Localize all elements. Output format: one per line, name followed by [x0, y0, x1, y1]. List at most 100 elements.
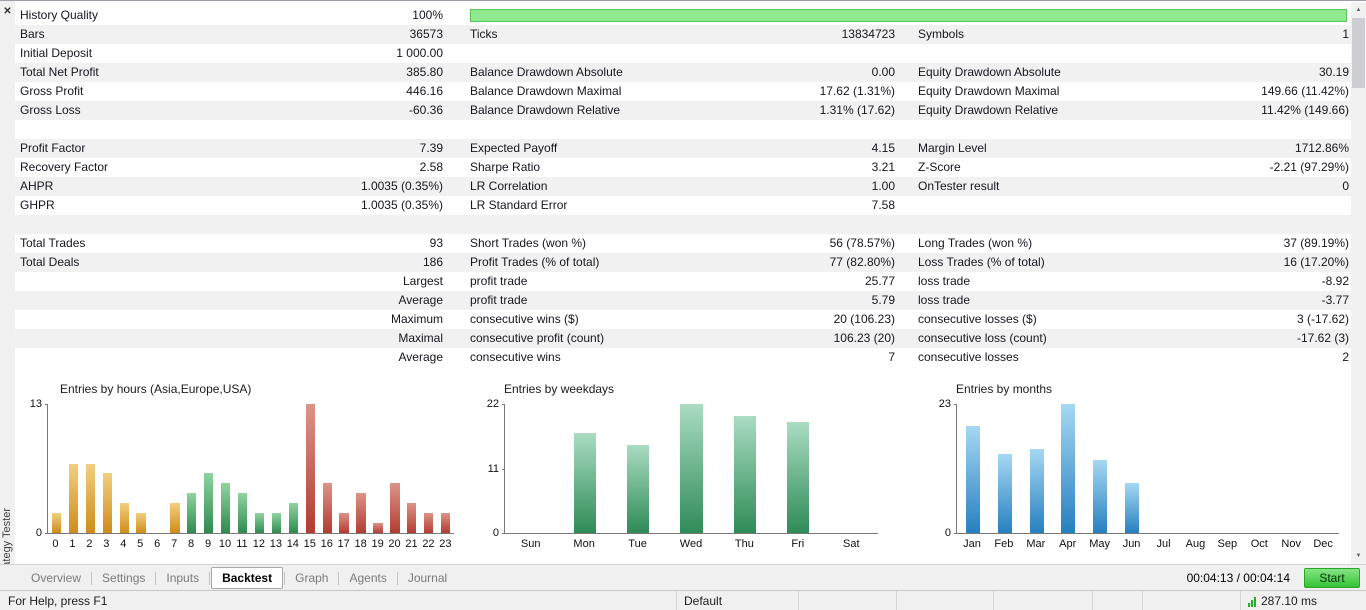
bar — [373, 523, 383, 533]
stats-row[interactable] — [15, 120, 1351, 139]
stats-table: History Quality 100% Bars 36573 Ticks 1383472… — [15, 6, 1351, 367]
bar-slot — [353, 404, 370, 533]
bar-slot — [302, 404, 319, 533]
stats-row[interactable]: Largest profit trade 25.77 loss trade -8.92 — [15, 272, 1351, 291]
bar — [680, 404, 703, 533]
stat-label: Margin Level — [918, 141, 987, 155]
stats-row[interactable]: Average profit trade 5.79 loss trade -3.77 — [15, 291, 1351, 310]
stat-value: 385.80 — [406, 65, 443, 79]
scroll-up-icon[interactable]: ▲ — [1351, 3, 1366, 17]
stats-row[interactable]: GHPR 1.0035 (0.35%) LR Standard Error 7.58 — [15, 196, 1351, 215]
y-axis-tick-label: 22 — [486, 398, 499, 410]
x-axis-label: 11 — [236, 538, 248, 550]
x-axis-label: 17 — [337, 538, 350, 550]
stat-value: 11.42% (149.66) — [1261, 103, 1349, 117]
bar-slot — [1116, 404, 1148, 533]
latency-cell: 287.10 ms — [1240, 591, 1366, 610]
stat-label: Ticks — [470, 27, 498, 41]
stats-row[interactable]: Total Trades 93 Short Trades (won %) 56 (78… — [15, 234, 1351, 253]
stats-row[interactable]: Total Net Profit 385.80 Balance Drawdown A… — [15, 63, 1351, 82]
status-cell — [993, 591, 1092, 610]
stats-row[interactable]: Maximal consecutive profit (count) 106.23 … — [15, 329, 1351, 348]
charts-section: Entries by hours (Asia,Europe,USA) 13 0 0… — [15, 369, 1351, 564]
stat-label: consecutive wins — [470, 350, 561, 364]
stat-label — [20, 120, 248, 139]
x-axis-label: 22 — [422, 538, 435, 550]
stats-row[interactable]: Gross Profit 446.16 Balance Drawdown Maxim… — [15, 82, 1351, 101]
x-axis-label: Oct — [1250, 538, 1268, 550]
bar-slot — [133, 404, 150, 533]
bar — [68, 463, 79, 533]
x-axis-label: Jun — [1122, 538, 1141, 550]
stats-row[interactable]: Initial Deposit 1 000.00 — [15, 44, 1351, 63]
bar-slot — [268, 404, 285, 533]
status-bar: For Help, press F1 Default 287.10 ms — [0, 590, 1366, 610]
help-hint: For Help, press F1 — [8, 594, 108, 608]
stats-row[interactable]: Gross Loss -60.36 Balance Drawdown Relativ… — [15, 101, 1351, 120]
tab-agents[interactable]: Agents — [340, 565, 395, 591]
tab-inputs[interactable]: Inputs — [157, 565, 208, 591]
stat-value: 1.00 — [871, 179, 895, 193]
bar-slot — [336, 404, 353, 533]
bar — [424, 513, 434, 533]
x-axis-label: 18 — [354, 538, 367, 550]
stat-label — [20, 272, 248, 291]
status-cells: Default 287.10 ms — [676, 591, 1366, 610]
chart-title: Entries by hours (Asia,Europe,USA) — [60, 382, 252, 396]
close-button[interactable]: ✕ — [0, 5, 15, 19]
stats-row[interactable]: Average consecutive wins 7 consecutive loss… — [15, 348, 1351, 367]
stat-value — [670, 215, 895, 234]
bar — [288, 503, 299, 533]
bar — [221, 483, 231, 533]
bar — [1125, 482, 1140, 533]
profile-cell[interactable]: Default — [676, 591, 798, 610]
stat-value: 7 — [888, 350, 895, 364]
x-axis-label: May — [1089, 538, 1111, 550]
x-axis-label: Mar — [1026, 538, 1046, 550]
scroll-down-icon[interactable]: ▼ — [1351, 549, 1366, 563]
y-axis-tick — [954, 533, 957, 534]
bar — [119, 503, 129, 533]
stats-row[interactable]: Recovery Factor 2.58 Sharpe Ratio 3.21 Z-Sco… — [15, 158, 1351, 177]
scroll-thumb[interactable] — [1352, 18, 1365, 88]
stat-label — [895, 44, 1125, 63]
stats-row[interactable]: Maximum consecutive wins ($) 20 (106.23) co… — [15, 310, 1351, 329]
stat-label: LR Correlation — [470, 179, 548, 193]
stat-label — [895, 196, 1125, 215]
stat-value: 149.66 (11.42%) — [1261, 84, 1349, 98]
tab-backtest[interactable]: Backtest — [211, 567, 284, 589]
x-axis-labels: Sun Mon Tue Wed Thu Fri Sat — [504, 538, 878, 550]
x-axis-label: 5 — [137, 538, 144, 550]
tab-graph[interactable]: Graph — [286, 565, 337, 591]
stat-value: 93 — [429, 236, 443, 250]
bar — [1029, 448, 1044, 533]
stat-label: Short Trades (won %) — [470, 236, 587, 250]
bar-slot — [1243, 404, 1275, 533]
tab-settings[interactable]: Settings — [93, 565, 154, 591]
close-icon: ✕ — [3, 6, 12, 17]
stat-label — [20, 291, 248, 310]
start-button[interactable]: Start — [1304, 568, 1360, 588]
stats-row[interactable]: Profit Factor 7.39 Expected Payoff 4.15 Marg… — [15, 139, 1351, 158]
stats-row[interactable]: AHPR 1.0035 (0.35%) LR Correlation 1.00 OnTe… — [15, 177, 1351, 196]
stat-label: OnTester result — [918, 179, 1000, 193]
x-axis-label: 12 — [252, 538, 266, 550]
bar — [786, 421, 810, 533]
vertical-scrollbar[interactable]: ▲ ▼ — [1351, 2, 1366, 564]
stat-label: Gross Profit — [20, 84, 84, 98]
chart-title: Entries by weekdays — [504, 382, 615, 396]
stat-value: 5.79 — [871, 293, 895, 307]
x-axis-label: Fri — [791, 538, 805, 550]
tab-journal[interactable]: Journal — [399, 565, 456, 591]
y-axis-tick-label: 23 — [938, 398, 951, 410]
bar-slot — [1307, 404, 1339, 533]
stat-value: 106.23 (20) — [833, 331, 895, 345]
stat-value: 2 — [1342, 350, 1349, 364]
stats-row[interactable]: History Quality 100% — [15, 6, 1351, 25]
x-axis-label: Sep — [1217, 538, 1238, 550]
stats-row[interactable] — [15, 215, 1351, 234]
tab-overview[interactable]: Overview — [22, 565, 90, 591]
stat-value: 25.77 — [864, 274, 895, 288]
stats-row[interactable]: Total Deals 186 Profit Trades (% of total)… — [15, 253, 1351, 272]
stats-row[interactable]: Bars 36573 Ticks 13834723 Symbols 1 — [15, 25, 1351, 44]
